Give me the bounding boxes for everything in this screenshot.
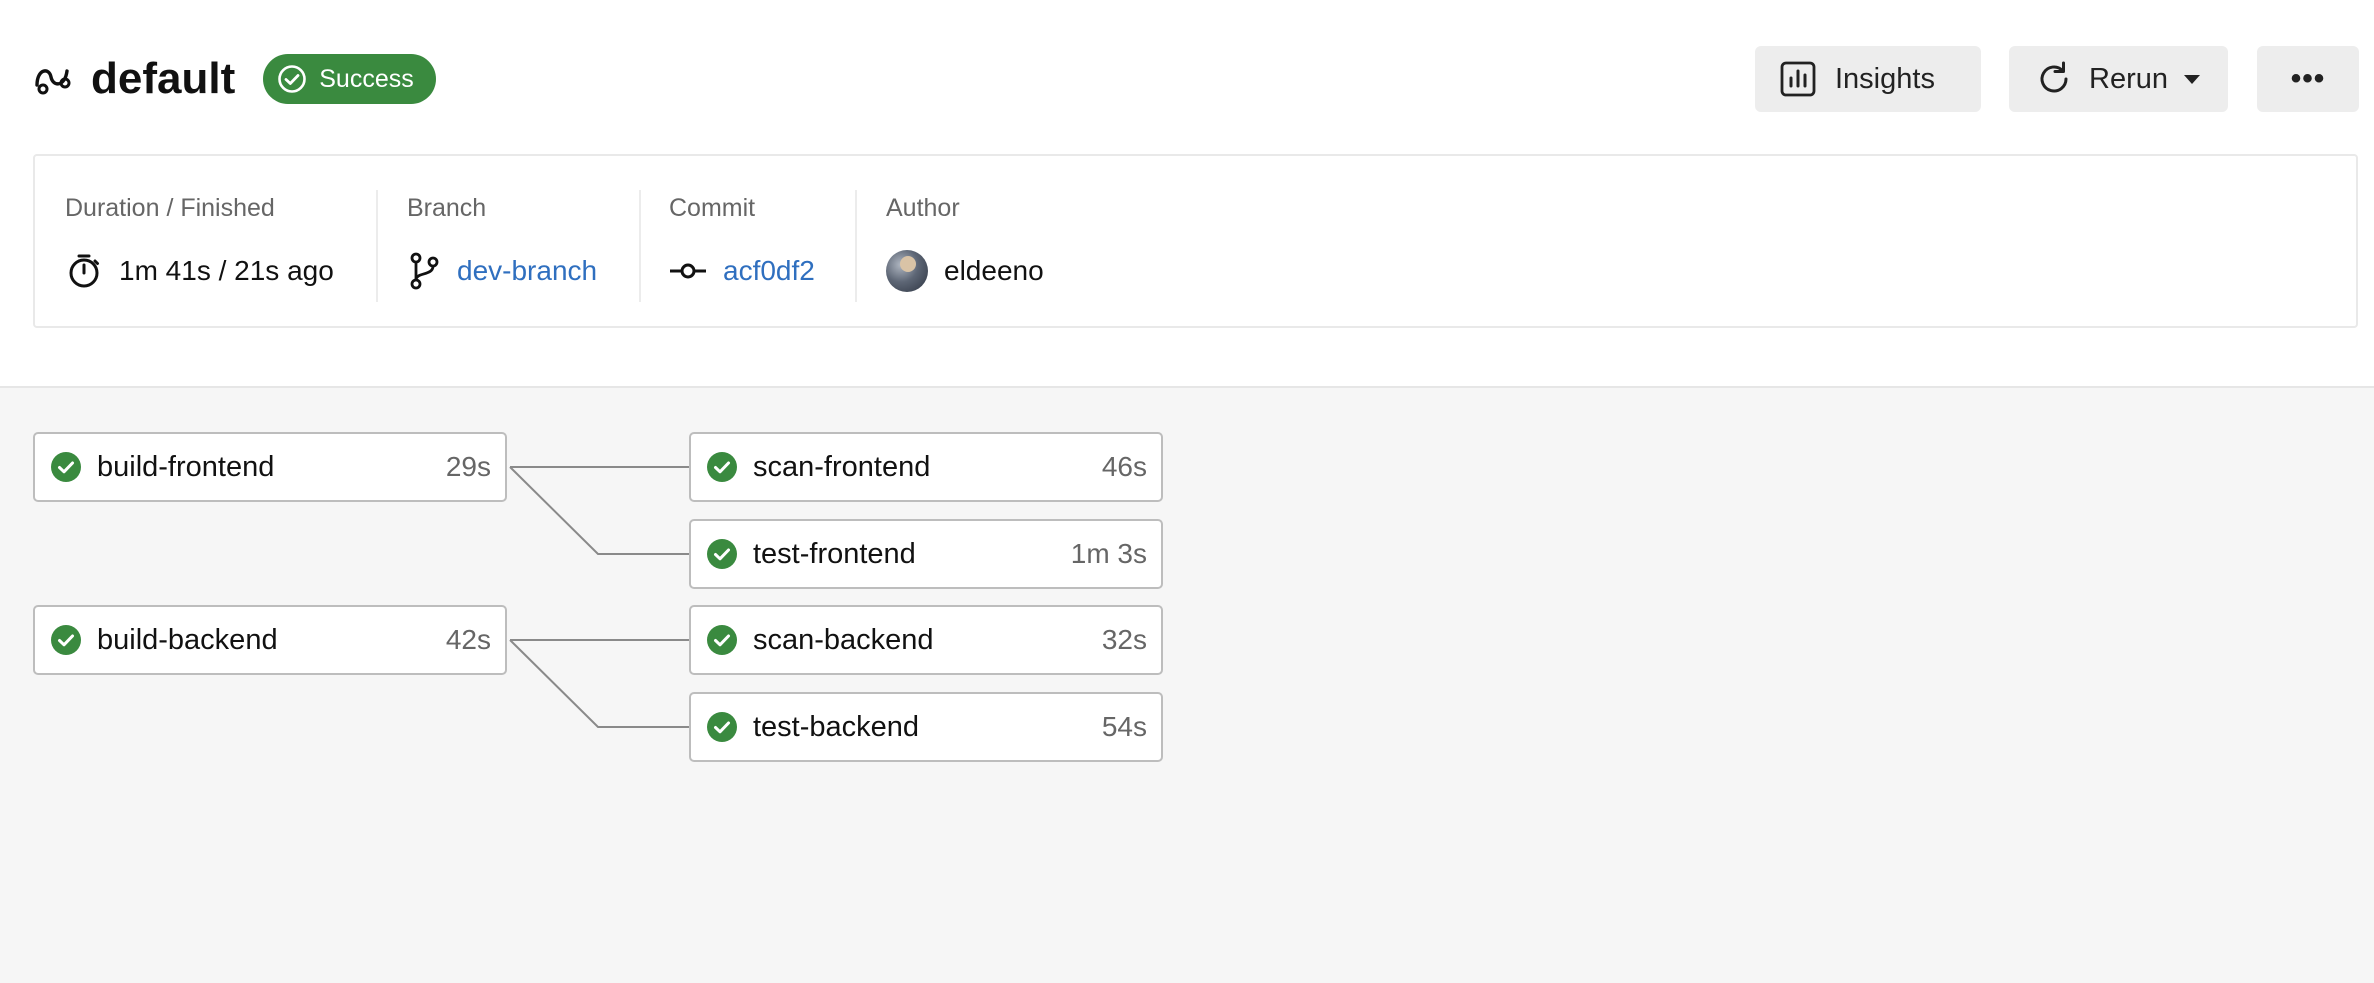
commit-value: acf0df2: [669, 246, 815, 296]
duration-label: Duration / Finished: [65, 194, 275, 222]
commit-link[interactable]: acf0df2: [723, 255, 815, 287]
git-commit-icon: [670, 263, 706, 279]
commit-label: Commit: [669, 194, 756, 222]
job-name: scan-backend: [753, 623, 934, 656]
insights-button[interactable]: Insights: [1755, 46, 1981, 112]
duration-value: 1m 41s / 21s ago: [65, 246, 334, 296]
rerun-button-label: Rerun: [2089, 62, 2168, 95]
job-node-build-backend[interactable]: build-backend 42s: [33, 605, 507, 675]
job-node-build-frontend[interactable]: build-frontend 29s: [33, 432, 507, 502]
divider: [376, 190, 378, 302]
workflow-icon: [35, 69, 71, 95]
job-name: test-frontend: [753, 537, 916, 570]
job-duration: 46s: [1101, 451, 1147, 482]
job-duration: 54s: [1101, 711, 1147, 742]
author-name: eldeeno: [944, 255, 1044, 286]
job-node-test-backend[interactable]: test-backend 54s: [689, 692, 1163, 762]
job-node-test-frontend[interactable]: test-frontend 1m 3s: [689, 519, 1163, 589]
duration-text: 1m 41s / 21s ago: [119, 255, 334, 286]
bar-chart-icon: [1780, 61, 1816, 97]
branch-value: dev-branch: [407, 246, 597, 296]
edge-build-backend-test-backend: [509, 639, 690, 728]
job-name: test-backend: [753, 710, 920, 743]
job-name: scan-frontend: [753, 450, 931, 483]
divider: [855, 190, 857, 302]
run-info-card: Duration / Finished 1m 41s / 21s ago Bra…: [33, 154, 2358, 328]
caret-down-icon: [2184, 75, 2200, 84]
divider: [639, 190, 641, 302]
git-branch-icon: [410, 252, 439, 290]
edge-build-frontend-test-frontend: [509, 466, 690, 555]
job-duration: 42s: [445, 624, 491, 655]
status-badge-label: Success: [319, 64, 414, 93]
job-name: build-backend: [97, 623, 278, 656]
avatar: [886, 250, 928, 292]
check-circle-icon: [51, 625, 81, 655]
more-options-button[interactable]: •••: [2257, 46, 2359, 112]
ellipsis-icon: •••: [2290, 62, 2326, 95]
check-circle-icon: [707, 452, 737, 482]
author-label: Author: [886, 194, 960, 222]
job-duration: 32s: [1101, 624, 1147, 655]
branch-link[interactable]: dev-branch: [457, 255, 597, 287]
job-node-scan-backend[interactable]: scan-backend 32s: [689, 605, 1163, 675]
rerun-button[interactable]: Rerun: [2009, 46, 2228, 112]
job-node-scan-frontend[interactable]: scan-frontend 46s: [689, 432, 1163, 502]
check-circle-icon: [278, 65, 307, 93]
check-circle-icon: [707, 625, 737, 655]
job-duration: 1m 3s: [1070, 538, 1147, 569]
job-duration: 29s: [445, 451, 491, 482]
author-value: eldeeno: [886, 246, 1044, 296]
check-circle-icon: [707, 712, 737, 742]
workflow-title-row: default Success: [33, 46, 436, 112]
branch-label: Branch: [407, 194, 487, 222]
workflow-header-section: default Success Insights Rerun ••• Durat…: [0, 0, 2374, 388]
status-badge: Success: [263, 54, 436, 104]
page-title: default: [91, 54, 236, 103]
job-name: build-frontend: [97, 450, 275, 483]
insights-button-label: Insights: [1835, 62, 1935, 95]
check-circle-icon: [51, 452, 81, 482]
stopwatch-icon: [69, 254, 99, 288]
check-circle-icon: [707, 539, 737, 569]
refresh-icon: [2040, 61, 2068, 93]
